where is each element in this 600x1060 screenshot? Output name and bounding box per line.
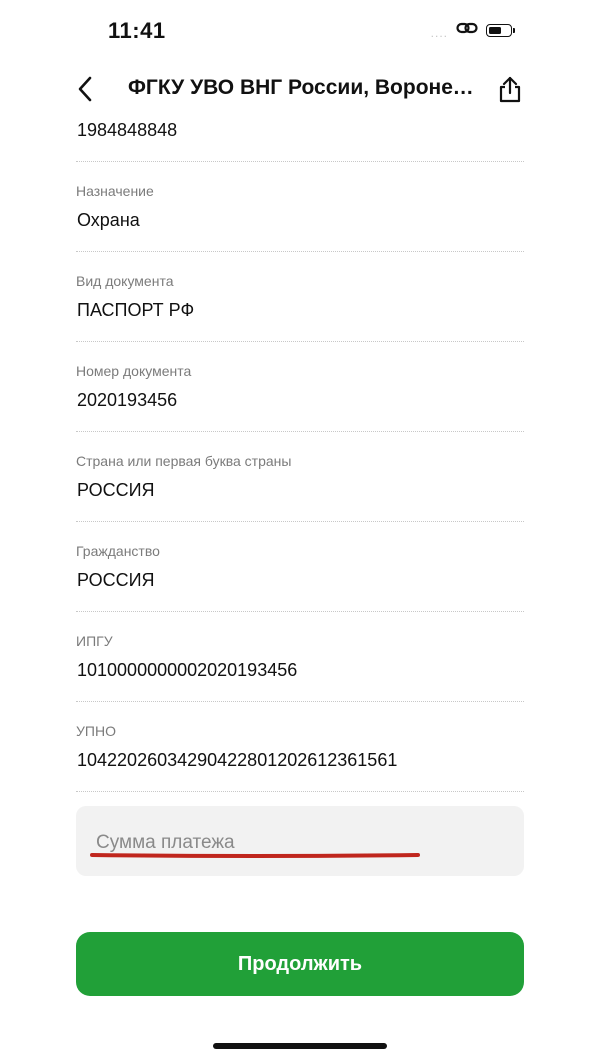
field-label: Назначение: [76, 183, 154, 199]
page-title: ФГКУ УВО ВНГ России, Воронежская область: [128, 76, 476, 99]
field-label: Страна или первая буква страны: [76, 453, 292, 469]
share-button[interactable]: [496, 74, 524, 104]
field-value: 10422026034290422801202612361561: [77, 750, 398, 770]
field-label: УПНО: [76, 723, 116, 739]
detail-field-document-number: Номер документа 2020193456: [76, 342, 524, 432]
detail-field-upno: УПНО 10422026034290422801202612361561: [76, 702, 524, 792]
navigation-bar: ФГКУ УВО ВНГ России, Воронежская область: [0, 64, 600, 114]
status-bar: 11:41 ....: [0, 0, 600, 64]
share-icon: [499, 76, 521, 103]
back-button[interactable]: [74, 74, 98, 104]
battery-level: [489, 27, 501, 34]
field-value: 2020193456: [77, 390, 178, 410]
field-label: ИПГУ: [76, 633, 113, 649]
field-value: ПАСПОРТ РФ: [77, 300, 195, 320]
detail-field-document-type: Вид документа ПАСПОРТ РФ: [76, 252, 524, 342]
field-value: 1010000000002020193456: [77, 660, 298, 680]
field-label: Гражданство: [76, 543, 160, 559]
payment-amount-input[interactable]: Сумма платежа: [76, 806, 524, 876]
continue-button[interactable]: Продолжить: [76, 932, 524, 996]
error-underline: [90, 853, 420, 858]
chevron-left-icon: [78, 76, 92, 102]
signal-icon: ....: [430, 25, 448, 40]
link-icon: [456, 20, 478, 41]
field-label: Вид документа: [76, 273, 174, 289]
field-value: Охрана: [77, 210, 140, 230]
field-value: РОССИЯ: [77, 480, 155, 500]
amount-placeholder: Сумма платежа: [96, 832, 235, 853]
detail-field-citizenship: Гражданство РОССИЯ: [76, 522, 524, 612]
status-time: 11:41: [108, 18, 166, 43]
field-value: 1984848848: [77, 120, 178, 140]
field-value: РОССИЯ: [77, 570, 155, 590]
detail-field-ipgu: ИПГУ 1010000000002020193456: [76, 612, 524, 702]
detail-field-account: 1984848848: [76, 114, 524, 162]
field-label: Номер документа: [76, 363, 192, 379]
status-indicators: ....: [430, 20, 515, 41]
payment-details: 1984848848 Назначение Охрана Вид докумен…: [76, 114, 524, 792]
detail-field-purpose: Назначение Охрана: [76, 162, 524, 252]
battery-icon: [486, 24, 515, 37]
home-indicator: [213, 1043, 387, 1049]
detail-field-country: Страна или первая буква страны РОССИЯ: [76, 432, 524, 522]
